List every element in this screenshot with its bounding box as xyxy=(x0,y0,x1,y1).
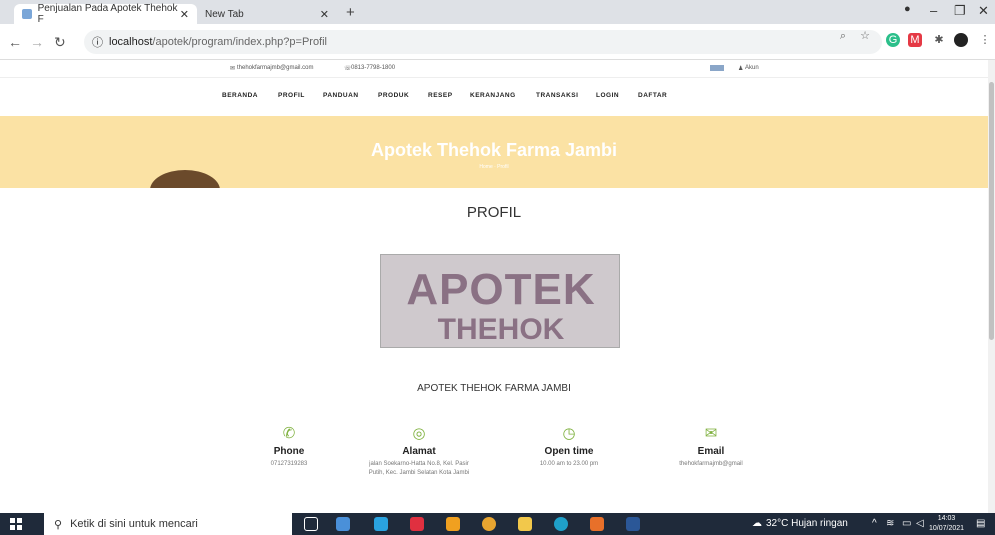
tab-title: Penjualan Pada Apotek Thehok F xyxy=(37,3,178,25)
close-window-icon[interactable]: ✕ xyxy=(978,3,989,19)
breadcrumb[interactable]: Home · Profil xyxy=(0,164,988,170)
profile-content: PROFIL APOTEK THEHOK FARMA APOTEK THEHOK… xyxy=(0,188,988,513)
store-sign-photo: APOTEK THEHOK FARMA xyxy=(380,254,620,348)
url-input[interactable]: ⓘ localhost /apotek/program/index.php?p=… xyxy=(84,30,882,54)
page-title: PROFIL xyxy=(466,204,522,221)
info-icon[interactable]: ⓘ xyxy=(92,34,103,50)
nav-produk[interactable]: PRODUK xyxy=(378,92,409,99)
tray-chevron-icon[interactable]: ^ xyxy=(872,518,877,529)
extension-icon[interactable]: M xyxy=(908,33,922,47)
nav-keranjang[interactable]: KERANJANG xyxy=(470,92,516,99)
mail-app-icon[interactable] xyxy=(374,517,388,531)
nav-resep[interactable]: RESEP xyxy=(428,92,453,99)
notification-icon[interactable]: ▤ xyxy=(976,518,985,529)
task-view-icon[interactable] xyxy=(304,517,318,531)
weather-icon[interactable]: ☁ xyxy=(752,518,762,529)
flag-icon[interactable] xyxy=(710,65,724,71)
contact-address: ◎ Alamat jalan Soekarno-Hatta No.8, Kel.… xyxy=(354,424,484,478)
contact-label: Phone xyxy=(273,446,305,457)
search-icon: ⚲ xyxy=(54,518,63,531)
back-icon[interactable]: ← xyxy=(8,34,22,50)
close-tab-icon[interactable]: ✕ xyxy=(320,8,329,21)
contact-value: 10.00 am to 23.00 pm xyxy=(539,461,599,467)
chrome-icon[interactable] xyxy=(482,517,496,531)
word-icon[interactable] xyxy=(626,517,640,531)
volume-icon[interactable]: ◁ xyxy=(916,518,924,529)
hero-banner: Apotek Thehok Farma Jambi Home · Profil xyxy=(0,116,988,210)
zoom-icon[interactable]: ⌕ xyxy=(836,29,850,43)
store-icon[interactable] xyxy=(336,517,350,531)
file-explorer-icon[interactable] xyxy=(518,517,532,531)
weather-text[interactable]: 32°C Hujan ringan xyxy=(766,518,848,529)
account-link[interactable]: Akun xyxy=(745,65,759,71)
favicon-icon xyxy=(22,9,32,19)
windows-taskbar: ⚲ Ketik di sini untuk mencari ☁ 32°C Huj… xyxy=(0,513,995,535)
mail-icon: ✉ xyxy=(704,425,718,442)
edge-icon[interactable] xyxy=(554,517,568,531)
contact-phone: ✆ Phone 07127319283 xyxy=(224,424,354,469)
contact-label: Open time xyxy=(544,446,594,457)
contact-label: Email xyxy=(697,446,725,457)
browser-tab-bar: Penjualan Pada Apotek Thehok F ✕ New Tab… xyxy=(0,0,995,25)
minimize-icon[interactable]: – xyxy=(930,3,937,18)
menu-kebab-icon[interactable]: ⋮ xyxy=(978,33,992,47)
nav-daftar[interactable]: DAFTAR xyxy=(638,92,667,99)
grammarly-icon[interactable]: G xyxy=(886,33,900,47)
main-navigation: BERANDA PROFIL PANDUAN PRODUK RESEP KERA… xyxy=(0,78,988,116)
page-scrollbar[interactable] xyxy=(988,60,995,513)
contact-value: 07127319283 xyxy=(270,461,308,467)
xampp-icon[interactable] xyxy=(590,517,604,531)
contact-email: ✉ Email thehokfarmajmb@gmail xyxy=(646,424,776,469)
mail-icon: ✉ xyxy=(230,66,236,72)
reload-icon[interactable]: ↻ xyxy=(54,34,66,51)
contact-value: jalan Soekarno-Hatta No.8, Kel. Pasir Pu… xyxy=(368,461,470,476)
profile-icon[interactable]: ● xyxy=(904,3,911,15)
forward-icon[interactable]: → xyxy=(30,34,44,50)
scrollbar-thumb[interactable] xyxy=(989,82,994,340)
photo-text-line1: APOTEK xyxy=(406,265,596,314)
maximize-icon[interactable]: ❐ xyxy=(954,3,966,19)
tab-title: New Tab xyxy=(205,8,244,20)
url-host: localhost xyxy=(109,36,153,48)
battery-icon[interactable]: ▭ xyxy=(902,518,911,529)
new-tab-icon[interactable]: + xyxy=(346,4,355,21)
site-top-info: ✉ thehokfarmajmb@gmail.com ☏ 0813-7798-1… xyxy=(0,60,988,78)
network-icon[interactable]: ≋ xyxy=(886,518,894,529)
nav-beranda[interactable]: BERANDA xyxy=(222,92,258,99)
location-icon: ◎ xyxy=(412,425,426,442)
contact-label: Alamat xyxy=(402,446,436,457)
taskbar-search-input[interactable]: ⚲ Ketik di sini untuk mencari xyxy=(44,513,292,535)
url-path: /apotek/program/index.php?p=Profil xyxy=(152,36,328,48)
sublime-icon[interactable] xyxy=(446,517,460,531)
photo-text-line2: THEHOK FARMA xyxy=(437,313,565,346)
tab-new-tab[interactable]: New Tab ✕ xyxy=(197,4,337,24)
windows-start-icon[interactable] xyxy=(10,518,22,530)
tab-active[interactable]: Penjualan Pada Apotek Thehok F ✕ xyxy=(14,3,197,25)
clock-icon: ◷ xyxy=(562,425,576,442)
search-placeholder: Ketik di sini untuk mencari xyxy=(70,518,198,530)
site-phone[interactable]: 0813-7798-1800 xyxy=(351,65,395,71)
close-tab-icon[interactable]: ✕ xyxy=(180,8,189,21)
clock-time: 14:03 xyxy=(937,515,956,522)
avatar[interactable] xyxy=(954,33,968,47)
address-toolbar: ← → ↻ ⓘ localhost /apotek/program/index.… xyxy=(0,24,995,60)
puzzle-icon[interactable]: ✱ xyxy=(932,33,946,47)
clock-date: 10/07/2021 xyxy=(929,525,965,532)
contact-open-time: ◷ Open time 10.00 am to 23.00 pm xyxy=(504,424,634,469)
phone-icon: ✆ xyxy=(282,425,296,442)
pharmacy-name: APOTEK THEHOK FARMA JAMBI xyxy=(417,383,571,394)
contact-value[interactable]: thehokfarmajmb@gmail xyxy=(646,460,776,469)
user-icon: ♟ xyxy=(738,66,744,72)
site-email[interactable]: thehokfarmajmb@gmail.com xyxy=(237,65,313,71)
nav-profil[interactable]: PROFIL xyxy=(278,92,305,99)
nav-transaksi[interactable]: TRANSAKSI xyxy=(536,92,578,99)
nav-panduan[interactable]: PANDUAN xyxy=(323,92,359,99)
bookmark-star-icon[interactable]: ☆ xyxy=(858,29,872,43)
app-icon[interactable] xyxy=(410,517,424,531)
banner-title: Apotek Thehok Farma Jambi xyxy=(370,140,618,160)
nav-login[interactable]: LOGIN xyxy=(596,92,619,99)
system-clock[interactable]: 14:03 10/07/2021 xyxy=(929,514,964,534)
